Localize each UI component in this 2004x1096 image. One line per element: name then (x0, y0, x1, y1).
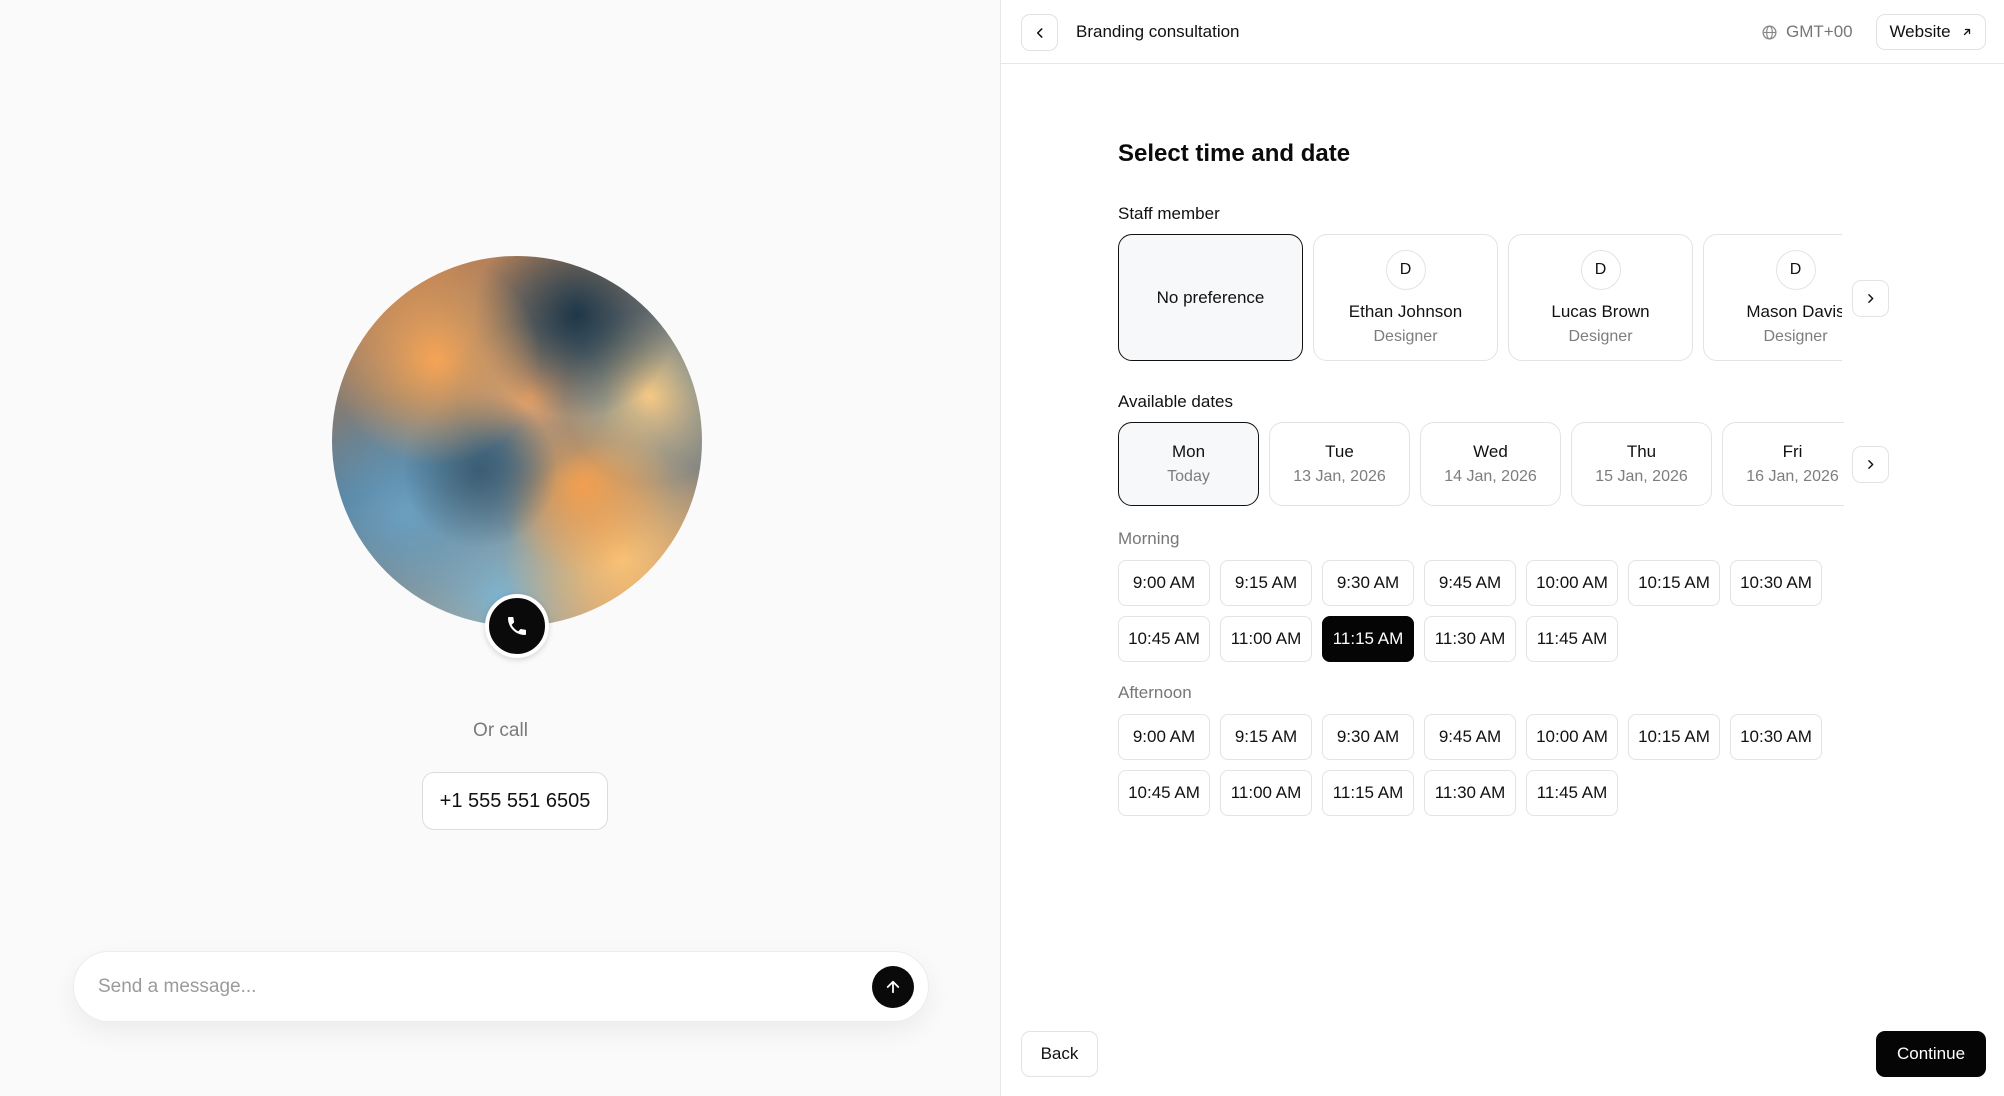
message-input[interactable] (98, 975, 872, 998)
date-day: Wed (1473, 442, 1508, 461)
morning-slot[interactable]: 11:15 AM (1322, 616, 1414, 662)
message-composer (73, 951, 929, 1022)
staff-card-no-preference[interactable]: No preference (1118, 234, 1303, 361)
date-day: Fri (1782, 442, 1803, 461)
afternoon-slots: 9:00 AM 9:15 AM 9:30 AM 9:45 AM 10:00 AM 10:1… (1118, 714, 1828, 816)
staff-name: No preference (1156, 287, 1265, 307)
morning-slot[interactable]: 9:00 AM (1118, 560, 1210, 606)
afternoon-slot[interactable]: 9:00 AM (1118, 714, 1210, 760)
afternoon-slot[interactable]: 10:00 AM (1526, 714, 1618, 760)
staff-card-ethan-johnson[interactable]: D Ethan Johnson Designer (1313, 234, 1498, 361)
date-value: Today (1167, 468, 1210, 485)
booking-app: Or call +1 555 551 6505 Branding consult… (0, 0, 2004, 1096)
date-card-mon[interactable]: Mon Today (1118, 422, 1259, 506)
morning-slot[interactable]: 10:45 AM (1118, 616, 1210, 662)
morning-slot[interactable]: 11:45 AM (1526, 616, 1618, 662)
top-bar: Branding consultation GMT+00 Website (1001, 0, 2004, 64)
chevron-right-icon (1868, 294, 1874, 303)
call-button[interactable] (485, 594, 549, 658)
booking-pane: Branding consultation GMT+00 Website Sel… (1001, 0, 2004, 1096)
morning-slot[interactable]: 10:30 AM (1730, 560, 1822, 606)
afternoon-slot[interactable]: 9:45 AM (1424, 714, 1516, 760)
morning-slot[interactable]: 11:00 AM (1220, 616, 1312, 662)
avatar: D (1775, 249, 1816, 290)
website-button[interactable]: Website (1876, 14, 1986, 50)
chevron-right-icon (1868, 460, 1874, 469)
afternoon-slot[interactable]: 11:00 AM (1220, 770, 1312, 816)
date-card-tue[interactable]: Tue 13 Jan, 2026 (1269, 422, 1410, 506)
voice-assistant-pane: Or call +1 555 551 6505 (0, 0, 1001, 1096)
staff-card-mason-davis[interactable]: D Mason Davis Designer (1703, 234, 1842, 361)
staff-role: Designer (1763, 327, 1828, 345)
continue-button[interactable]: Continue (1876, 1031, 1986, 1077)
staff-card-lucas-brown[interactable]: D Lucas Brown Designer (1508, 234, 1693, 361)
phone-number-button[interactable]: +1 555 551 6505 (422, 772, 608, 830)
afternoon-slot[interactable]: 9:15 AM (1220, 714, 1312, 760)
date-day: Thu (1626, 442, 1657, 461)
send-button[interactable] (872, 965, 914, 1008)
page-title: Branding consultation (1076, 22, 1240, 41)
staff-next-button[interactable] (1852, 280, 1889, 317)
globe-icon (1762, 24, 1777, 40)
or-call-label: Or call (473, 720, 528, 741)
afternoon-slot[interactable]: 11:15 AM (1322, 770, 1414, 816)
arrow-up-icon (886, 980, 900, 993)
avatar: D (1385, 249, 1426, 290)
date-card-wed[interactable]: Wed 14 Jan, 2026 (1420, 422, 1561, 506)
staff-label: Staff member (1118, 204, 1220, 223)
section-heading: Select time and date (1118, 140, 1351, 167)
date-list: Mon Today Tue 13 Jan, 2026 Wed 14 Jan, 2… (1118, 422, 1844, 508)
afternoon-slot[interactable]: 10:45 AM (1118, 770, 1210, 816)
morning-slot[interactable]: 9:45 AM (1424, 560, 1516, 606)
date-card-thu[interactable]: Thu 15 Jan, 2026 (1571, 422, 1712, 506)
date-day: Tue (1325, 442, 1354, 461)
assistant-orb (332, 256, 702, 626)
date-card-fri[interactable]: Fri 16 Jan, 2026 (1722, 422, 1844, 506)
date-value: 13 Jan, 2026 (1293, 468, 1386, 485)
staff-name: Mason Davis (1746, 301, 1842, 321)
afternoon-slot[interactable]: 10:30 AM (1730, 714, 1822, 760)
afternoon-slot[interactable]: 11:30 AM (1424, 770, 1516, 816)
phone-icon (508, 617, 526, 635)
morning-slot[interactable]: 10:00 AM (1526, 560, 1618, 606)
staff-role: Designer (1373, 327, 1438, 345)
dates-next-button[interactable] (1852, 446, 1889, 483)
top-back-button[interactable] (1021, 14, 1058, 51)
date-value: 14 Jan, 2026 (1444, 468, 1537, 485)
afternoon-slot[interactable]: 10:15 AM (1628, 714, 1720, 760)
timezone-label: GMT+00 (1786, 22, 1853, 41)
website-label: Website (1889, 22, 1951, 41)
dates-label: Available dates (1118, 392, 1233, 411)
date-value: 16 Jan, 2026 (1746, 468, 1839, 485)
avatar: D (1580, 249, 1621, 290)
staff-name: Ethan Johnson (1348, 301, 1463, 321)
timezone-indicator[interactable]: GMT+00 (1761, 22, 1853, 42)
staff-list: No preference D Ethan Johnson Designer D… (1118, 234, 1842, 362)
morning-slots: 9:00 AM 9:15 AM 9:30 AM 9:45 AM 10:00 AM 10:1… (1118, 560, 1828, 662)
afternoon-slot[interactable]: 9:30 AM (1322, 714, 1414, 760)
morning-slot[interactable]: 9:15 AM (1220, 560, 1312, 606)
staff-role: Designer (1568, 327, 1633, 345)
morning-slot[interactable]: 10:15 AM (1628, 560, 1720, 606)
morning-slot[interactable]: 11:30 AM (1424, 616, 1516, 662)
date-day: Mon (1171, 442, 1206, 461)
date-value: 15 Jan, 2026 (1595, 468, 1688, 485)
morning-slot[interactable]: 9:30 AM (1322, 560, 1414, 606)
arrow-up-right-icon (1963, 28, 1970, 36)
afternoon-label: Afternoon (1118, 683, 1192, 702)
back-button[interactable]: Back (1021, 1031, 1098, 1077)
afternoon-slot[interactable]: 11:45 AM (1526, 770, 1618, 816)
chevron-left-icon (1036, 27, 1043, 38)
staff-name: Lucas Brown (1551, 301, 1650, 321)
morning-label: Morning (1118, 529, 1180, 548)
